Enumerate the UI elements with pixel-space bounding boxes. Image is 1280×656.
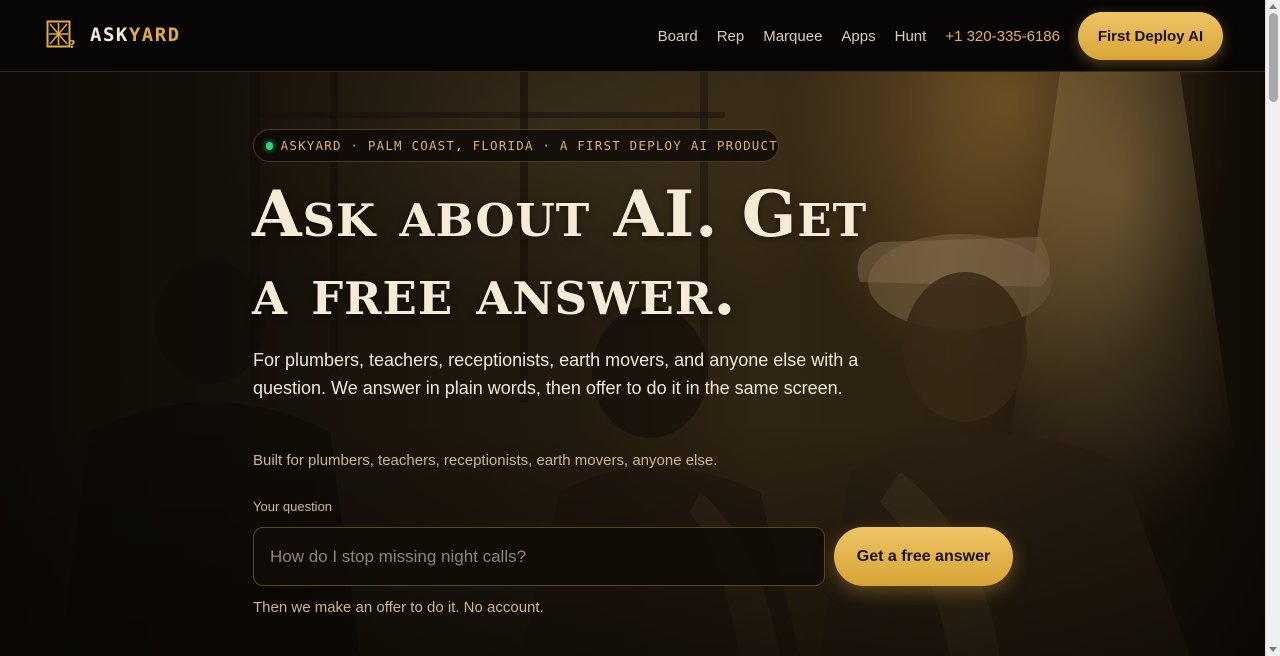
hero-audience-note: Built for plumbers, teachers, receptioni… <box>253 452 718 469</box>
brand-home-link[interactable]: ? ASKYARD <box>46 20 181 50</box>
location-badge: ASKYARD · PALM COAST, FLORIDA · A FIRST … <box>253 129 779 162</box>
scrollbar-thumb[interactable] <box>1269 13 1278 102</box>
hero-section: ASKYARD · PALM COAST, FLORIDA · A FIRST … <box>0 72 1265 656</box>
location-badge-text: ASKYARD · PALM COAST, FLORIDA · A FIRST … <box>280 138 778 153</box>
scroll-up-arrow-icon[interactable] <box>1269 4 1277 9</box>
headline-line-2: a free answer. <box>252 255 737 330</box>
status-dot-icon <box>266 141 273 150</box>
first-deploy-ai-button[interactable]: First Deploy AI <box>1078 12 1223 60</box>
page-scrollbar[interactable] <box>1265 0 1280 656</box>
askyard-logo-icon: ? <box>46 20 75 50</box>
hero-lede: For plumbers, teachers, receptionists, e… <box>253 350 859 398</box>
scroll-down-arrow-icon[interactable] <box>1269 647 1277 652</box>
phone-link[interactable]: +1 320-335-6186 <box>945 28 1060 45</box>
nav-link-hunt[interactable]: Hunt <box>895 28 927 45</box>
nav-link-marquee[interactable]: Marquee <box>763 28 822 45</box>
nav-link-apps[interactable]: Apps <box>841 28 875 45</box>
page: ? ASKYARD Board Rep Marquee Apps Hunt +1… <box>0 0 1265 656</box>
headline-line-1: Ask about AI. Get <box>252 177 868 252</box>
nav-link-board[interactable]: Board <box>658 28 698 45</box>
svg-text:?: ? <box>69 38 75 50</box>
question-label: Your question <box>253 499 333 514</box>
offer-note: Then we make an offer to do it. No accou… <box>253 599 544 616</box>
get-free-answer-button[interactable]: Get a free answer <box>834 527 1013 586</box>
main-nav: Board Rep Marquee Apps Hunt +1 320-335-6… <box>658 0 1060 72</box>
question-input[interactable] <box>253 527 825 586</box>
top-nav-bar: ? ASKYARD Board Rep Marquee Apps Hunt +1… <box>0 0 1265 72</box>
hero-headline: Ask about AI. Get a free answer. <box>252 176 1012 332</box>
brand-name: ASKYARD <box>90 24 181 46</box>
nav-link-rep[interactable]: Rep <box>717 28 745 45</box>
